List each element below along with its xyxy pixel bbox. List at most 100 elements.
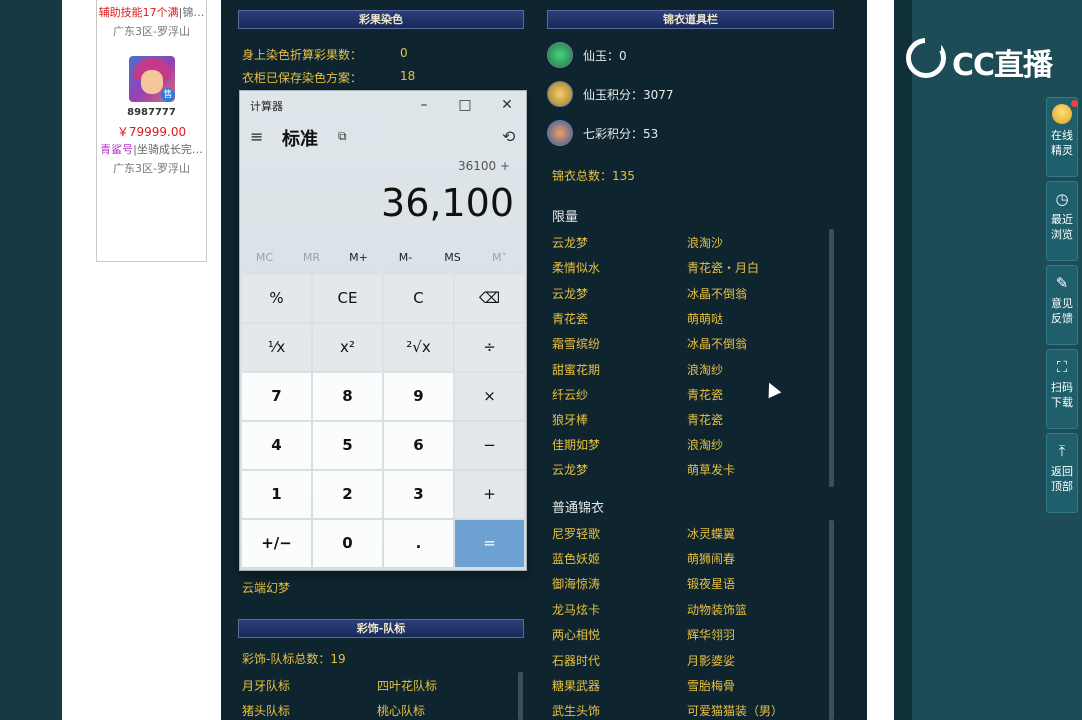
limited-item: 青花瓷 — [552, 312, 589, 326]
info-row: 身上染色折算彩果数： 0 — [242, 46, 522, 63]
square-root-key[interactable]: ²√x — [384, 324, 453, 371]
jade-icon — [547, 42, 573, 68]
normal-scrollbar[interactable] — [829, 520, 834, 720]
rainbow-points: 七彩积分：53 — [583, 127, 659, 141]
normal-item: 蓝色妖姬 — [552, 552, 601, 566]
info-value: 0 — [400, 46, 408, 60]
close-button[interactable]: ✕ — [495, 95, 519, 115]
digit-4-key[interactable]: 4 — [242, 422, 311, 469]
accessory-item: 四叶花队标 — [377, 679, 438, 693]
maximize-button[interactable]: □ — [453, 95, 477, 115]
sidebar-online-sprite[interactable]: 在线 精灵 — [1046, 97, 1078, 177]
multiply-key[interactable]: × — [455, 373, 524, 420]
limited-item: 佳期如梦 — [552, 438, 601, 452]
page-edge — [894, 0, 912, 720]
limited-scrollbar[interactable] — [829, 229, 834, 487]
limited-item: 云龙梦 — [552, 287, 589, 301]
menu-icon[interactable]: ≡ — [250, 129, 268, 145]
clock-icon: ◷ — [1055, 190, 1069, 208]
reciprocal-key[interactable]: ¹⁄x — [242, 324, 311, 371]
product-card[interactable]: 辅助技能17个满|锦… 广东3区-罗浮山 售 8987777 ￥79999.00… — [96, 0, 207, 262]
memory-add-button[interactable]: M+ — [335, 251, 382, 264]
minimize-button[interactable]: – — [412, 95, 436, 115]
square-key[interactable]: x² — [313, 324, 382, 371]
section-header-accessory: 彩饰-队标 — [238, 619, 524, 638]
limited-item: 浪淘纱 — [687, 363, 724, 377]
normal-item: 辉华翎羽 — [687, 628, 736, 642]
memory-store-button[interactable]: MS — [429, 251, 476, 264]
normal-item: 月影婆娑 — [687, 654, 736, 668]
normal-item: 石器时代 — [552, 654, 601, 668]
digit-1-key[interactable]: 1 — [242, 471, 311, 518]
sidebar-feedback[interactable]: ✎ 意见 反馈 — [1046, 265, 1078, 345]
clear-entry-key[interactable]: CE — [313, 275, 382, 322]
clear-key[interactable]: C — [384, 275, 453, 322]
digit-9-key[interactable]: 9 — [384, 373, 453, 420]
accessory-total: 彩饰-队标总数：19 — [242, 652, 346, 666]
cc-live-logo: CC直播 — [906, 36, 1056, 83]
sidebar-label: 意见 — [1051, 297, 1073, 310]
calculator-titlebar[interactable]: 计算器 – □ ✕ — [240, 91, 526, 119]
keep-on-top-icon[interactable]: ⧉ — [338, 129, 347, 144]
sidebar-recent-browse[interactable]: ◷ 最近 浏览 — [1046, 181, 1078, 261]
digit-8-key[interactable]: 8 — [313, 373, 382, 420]
limited-item: 冰晶不倒翁 — [687, 287, 748, 301]
product-description-text: 青鲨号 — [100, 143, 134, 156]
calculator-display: 36,100 — [381, 181, 514, 225]
limited-item: 云龙梦 — [552, 463, 589, 477]
product-description-tail: |坐骑成长完… — [133, 143, 203, 156]
limited-group-title: 限量 — [552, 210, 579, 225]
info-label: 身上染色折算彩果数： — [242, 48, 363, 62]
subtract-key[interactable]: − — [455, 422, 524, 469]
online-sprite-icon — [1052, 100, 1078, 124]
add-key[interactable]: + — [455, 471, 524, 518]
sidebar-label: 扫码 — [1051, 381, 1073, 394]
jade-count: 仙玉：0 — [583, 49, 627, 63]
calculator-title: 计算器 — [250, 100, 283, 113]
backspace-key[interactable]: ⌫ — [455, 275, 524, 322]
product-description[interactable]: 辅助技能17个满|锦… — [97, 4, 206, 20]
digit-7-key[interactable]: 7 — [242, 373, 311, 420]
normal-item: 御海惊涛 — [552, 577, 601, 591]
normal-group-title: 普通锦衣 — [552, 501, 605, 516]
memory-row: MC MR M+ M- MS M˅ — [240, 251, 526, 271]
history-icon[interactable]: ⟲ — [502, 127, 515, 146]
normal-item: 动物装饰篮 — [687, 603, 748, 617]
sidebar-back-to-top[interactable]: ⤒ 返回 顶部 — [1046, 433, 1078, 513]
info-row: 衣柜已保存染色方案： 18 — [242, 69, 522, 86]
divide-key[interactable]: ÷ — [455, 324, 524, 371]
calculator-window[interactable]: 计算器 – □ ✕ ≡ 标准 ⧉ ⟲ 36100 + 36,100 MC MR … — [239, 90, 527, 571]
equals-key[interactable]: = — [455, 520, 524, 567]
memory-subtract-button[interactable]: M- — [382, 251, 429, 264]
accessory-scrollbar[interactable] — [518, 672, 523, 720]
info-value: 18 — [400, 69, 416, 83]
limited-item: 青花瓷 — [687, 388, 724, 402]
limited-item: 青花瓷 — [687, 413, 724, 427]
limited-item: 萌草发卡 — [687, 463, 736, 477]
product-location: 广东3区-罗浮山 — [113, 25, 190, 38]
memory-recall-button: MR — [302, 251, 321, 264]
product-description[interactable]: 青鲨号|坐骑成长完… — [97, 141, 206, 157]
product-id: 8987777 — [127, 107, 176, 118]
normal-item: 武生头饰 — [552, 704, 601, 718]
digit-5-key[interactable]: 5 — [313, 422, 382, 469]
product-avatar[interactable]: 售 — [129, 56, 175, 102]
sidebar-scan-download[interactable]: ⛶ 扫码 下载 — [1046, 349, 1078, 429]
negate-key[interactable]: +/− — [242, 520, 311, 567]
normal-item: 糖果武器 — [552, 679, 601, 693]
sidebar-label: 返回 — [1051, 465, 1073, 478]
normal-item: 两心相悦 — [552, 628, 601, 642]
normal-item: 尼罗轻歌 — [552, 527, 601, 541]
digit-0-key[interactable]: 0 — [313, 520, 382, 567]
limited-item: 狼牙棒 — [552, 413, 589, 427]
product-price: ￥79999.00 — [116, 125, 187, 139]
limited-item: 甜蜜花期 — [552, 363, 601, 377]
digit-6-key[interactable]: 6 — [384, 422, 453, 469]
cc-logo-text: CC直播 — [952, 48, 1053, 83]
decimal-key[interactable]: . — [384, 520, 453, 567]
digit-3-key[interactable]: 3 — [384, 471, 453, 518]
percent-key[interactable]: % — [242, 275, 311, 322]
digit-2-key[interactable]: 2 — [313, 471, 382, 518]
limited-item: 青花瓷・月白 — [687, 261, 760, 275]
limited-item: 浪淘纱 — [687, 438, 724, 452]
